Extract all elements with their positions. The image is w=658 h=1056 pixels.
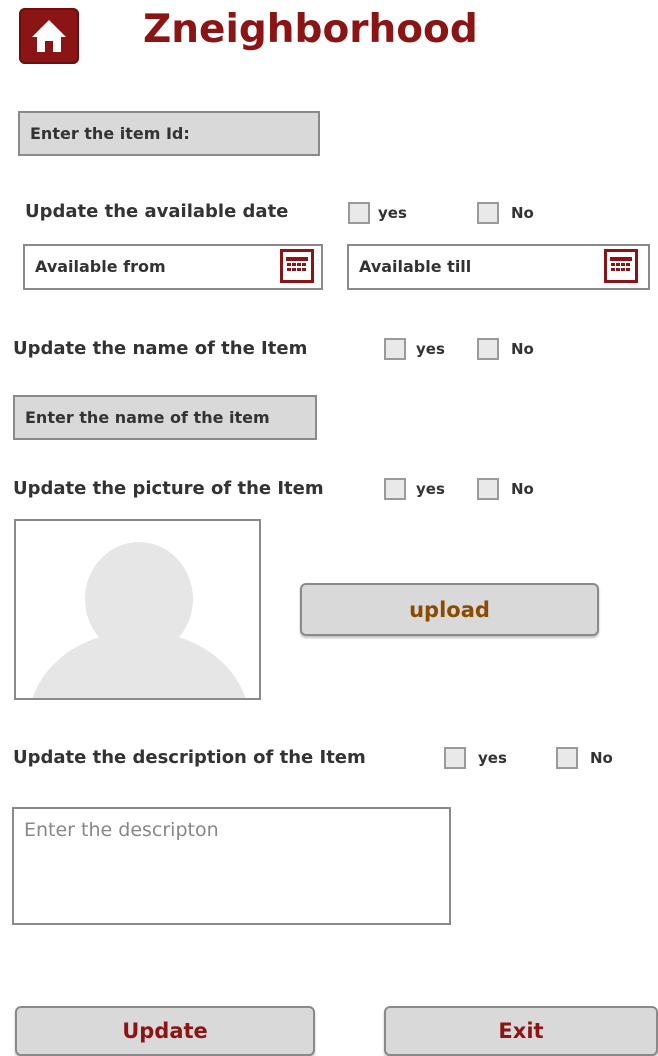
description-question-label: Update the description of the Item xyxy=(13,747,366,768)
name-yes-label: yes xyxy=(416,340,445,358)
picture-no-label: No xyxy=(511,480,534,498)
description-no-checkbox[interactable] xyxy=(556,747,578,769)
description-placeholder: Enter the descripton xyxy=(24,819,219,841)
item-id-input[interactable]: Enter the item Id: xyxy=(18,111,320,156)
available-from-placeholder: Available from xyxy=(35,257,166,276)
name-no-checkbox[interactable] xyxy=(477,338,499,360)
exit-button[interactable]: Exit xyxy=(384,1006,658,1056)
home-button[interactable] xyxy=(19,8,79,64)
description-no-label: No xyxy=(590,749,613,767)
date-question-label: Update the available date xyxy=(25,201,289,222)
available-from-input[interactable]: Available from xyxy=(23,244,323,290)
date-yes-checkbox[interactable] xyxy=(348,202,370,224)
date-yes-label: yes xyxy=(378,204,407,222)
picture-yes-label: yes xyxy=(416,480,445,498)
description-textarea[interactable]: Enter the descripton xyxy=(12,807,451,925)
name-no-label: No xyxy=(511,340,534,358)
upload-button[interactable]: upload xyxy=(300,583,599,636)
update-button[interactable]: Update xyxy=(15,1006,315,1056)
picture-yes-checkbox[interactable] xyxy=(384,478,406,500)
calendar-icon[interactable] xyxy=(280,249,314,283)
person-silhouette-icon xyxy=(32,542,246,698)
available-till-input[interactable]: Available till xyxy=(347,244,650,290)
description-yes-label: yes xyxy=(478,749,507,767)
date-no-checkbox[interactable] xyxy=(477,202,499,224)
picture-preview xyxy=(14,519,261,700)
item-name-input[interactable]: Enter the name of the item xyxy=(13,395,317,440)
calendar-icon[interactable] xyxy=(604,249,638,283)
description-yes-checkbox[interactable] xyxy=(444,747,466,769)
app-title: Zneighborhood xyxy=(143,7,478,52)
picture-question-label: Update the picture of the Item xyxy=(13,478,324,499)
date-no-label: No xyxy=(511,204,534,222)
picture-no-checkbox[interactable] xyxy=(477,478,499,500)
name-question-label: Update the name of the Item xyxy=(13,338,308,359)
name-yes-checkbox[interactable] xyxy=(384,338,406,360)
home-icon xyxy=(32,20,66,52)
available-till-placeholder: Available till xyxy=(359,257,472,276)
